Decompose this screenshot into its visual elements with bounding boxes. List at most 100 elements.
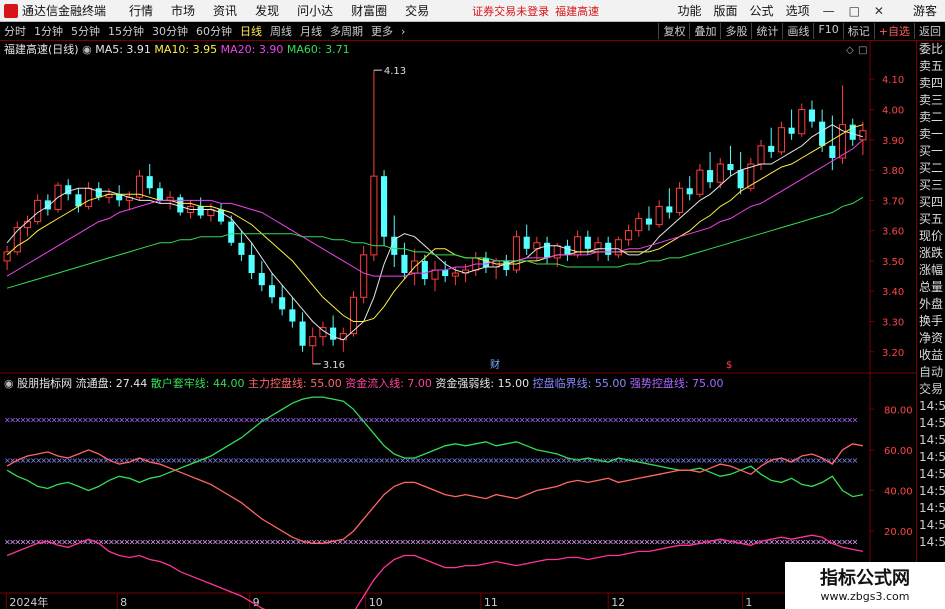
sidebar-item-14[interactable]: 总量 (917, 279, 945, 296)
ma-line-2 (6, 139, 864, 277)
sidebar-item-18[interactable]: 收益 (917, 347, 945, 364)
date-axis-label-1: 8 (120, 596, 127, 609)
sidebar-item-27[interactable]: 14:56 (917, 500, 945, 517)
period-monthly[interactable]: 月线 (296, 23, 326, 39)
login-warning[interactable]: 证券交易未登录 (472, 3, 549, 19)
tool-draw[interactable]: 画线 (782, 23, 813, 39)
ind-axis-label-2: 40.00 (884, 487, 913, 498)
sidebar-item-26[interactable]: 14:56 (917, 483, 945, 500)
sidebar-item-24[interactable]: 14:56 (917, 449, 945, 466)
maximize-icon[interactable]: □ (842, 4, 867, 18)
period-5min[interactable]: 5分钟 (67, 23, 104, 39)
period-multi[interactable]: 多周期 (326, 23, 367, 39)
candle-body-15 (156, 188, 163, 201)
sidebar-item-12[interactable]: 涨跌 (917, 245, 945, 262)
menu-item-ask[interactable]: 问小达 (288, 2, 342, 19)
sidebar-item-4[interactable]: 卖二 (917, 109, 945, 126)
period-more[interactable]: 更多 (367, 23, 397, 39)
period-15min[interactable]: 15分钟 (104, 23, 148, 39)
sidebar-item-9[interactable]: 买四 (917, 194, 945, 211)
chevron-right-icon[interactable]: › (397, 25, 409, 38)
sidebar-item-8[interactable]: 买三 (917, 177, 945, 194)
candle-body-76 (777, 127, 785, 153)
sidebar-item-6[interactable]: 买一 (917, 143, 945, 160)
price-axis-label-1: 4.00 (882, 106, 904, 117)
candle-body-79 (808, 109, 816, 122)
sidebar-item-25[interactable]: 14:56 (917, 466, 945, 483)
menu-item-news[interactable]: 资讯 (204, 2, 246, 19)
period-intraday[interactable]: 分时 (0, 23, 30, 39)
candle-body-43 (442, 270, 449, 277)
tool-overlay[interactable]: 叠加 (689, 23, 720, 39)
price-axis-label-2: 3.90 (882, 136, 904, 147)
sidebar-item-10[interactable]: 买五 (917, 211, 945, 228)
sidebar-item-0[interactable]: 委比 (917, 41, 945, 58)
candle-body-72 (737, 170, 744, 189)
sidebar-item-11[interactable]: 现价 (917, 228, 945, 245)
tool-statistics[interactable]: 统计 (751, 23, 782, 39)
sidebar-item-21[interactable]: 14:56 (917, 398, 945, 415)
price-axis-label-0: 4.10 (882, 75, 904, 86)
price-axis-label-5: 3.60 (882, 227, 904, 238)
right-menu: 功能 版面 公式 选项 — □ ✕ 游客 (672, 2, 945, 19)
sidebar-item-1[interactable]: 卖五 (917, 58, 945, 75)
period-60min[interactable]: 60分钟 (192, 23, 236, 39)
sidebar-item-17[interactable]: 净资 (917, 330, 945, 347)
sidebar-item-5[interactable]: 卖一 (917, 126, 945, 143)
sidebar-item-29[interactable]: 14:56 (917, 534, 945, 551)
sidebar-item-2[interactable]: 卖四 (917, 75, 945, 92)
sidebar-item-7[interactable]: 买二 (917, 160, 945, 177)
sidebar-item-19[interactable]: 自动 (917, 364, 945, 381)
current-stock-link[interactable]: 福建高速 (555, 3, 599, 19)
period-weekly[interactable]: 周线 (266, 23, 296, 39)
sidebar-item-22[interactable]: 14:56 (917, 415, 945, 432)
candle-body-44 (451, 272, 459, 277)
menu-item-quotes[interactable]: 行情 (120, 2, 162, 19)
finance-event-marker: 财 (490, 358, 500, 371)
chart-area[interactable]: 4.10 4.00 3.90 3.80 3.70 3.60 3.50 3.40 3.30 3.20… (0, 41, 916, 609)
guest-label[interactable]: 游客 (913, 2, 937, 19)
sidebar-item-16[interactable]: 换手 (917, 313, 945, 330)
watermark-logo: 指标公式网 www.zbgs3.com (785, 562, 945, 609)
candle-body-84 (859, 130, 867, 141)
menu-item-formula[interactable]: 公式 (744, 2, 780, 19)
candle-body-17 (177, 197, 184, 213)
period-daily[interactable]: 日线 (236, 23, 266, 39)
candle-body-57 (584, 236, 591, 249)
period-1min[interactable]: 1分钟 (30, 23, 67, 39)
menu-item-discover[interactable]: 发现 (246, 2, 288, 19)
minimize-icon[interactable]: — (816, 4, 842, 18)
tool-f10[interactable]: F10 (813, 23, 842, 39)
sidebar-item-3[interactable]: 卖三 (917, 92, 945, 109)
menu-item-layout[interactable]: 版面 (708, 2, 744, 19)
close-icon[interactable]: ✕ (867, 4, 891, 18)
fund-strength-line-mark: × (852, 537, 859, 546)
menu-item-market[interactable]: 市场 (162, 2, 204, 19)
app-title: 通达信金融终端 (22, 4, 107, 18)
sidebar-item-13[interactable]: 涨幅 (917, 262, 945, 279)
period-30min[interactable]: 30分钟 (148, 23, 192, 39)
candle-body-22 (228, 221, 235, 243)
high-price-label: 4.13 (384, 66, 406, 77)
tool-multi-stock[interactable]: 多股 (720, 23, 751, 39)
menu-item-function[interactable]: 功能 (672, 2, 708, 19)
candle-body-62 (635, 218, 643, 232)
sidebar-item-20[interactable]: 交易 (917, 381, 945, 398)
date-axis-label-3: 10 (369, 596, 383, 609)
tool-mark[interactable]: 标记 (842, 23, 874, 39)
sidebar-item-28[interactable]: 14:56 (917, 517, 945, 534)
indicator-line-2 (6, 534, 864, 609)
sidebar-item-15[interactable]: 外盘 (917, 296, 945, 313)
menu-item-wealth[interactable]: 财富圈 (342, 2, 396, 19)
tool-adjust[interactable]: 复权 (658, 23, 689, 39)
price-axis-label-7: 3.40 (882, 287, 904, 298)
candle-body-61 (625, 230, 633, 241)
tool-back[interactable]: 返回 (914, 23, 945, 39)
candle-body-8 (85, 187, 93, 207)
quote-sidebar-list: 委比 卖五 卖四 卖三 卖二 卖一 买一 买二 买三 买四 买五 现价 涨跌 涨幅 总量 外盘 换手 净资 收益 自动… (917, 41, 945, 551)
menu-item-trade[interactable]: 交易 (396, 2, 438, 19)
tool-add-favorite[interactable]: +自选 (873, 23, 914, 39)
toolbar-tools: 复权 叠加 多股 统计 画线 F10 标记 +自选 返回 (658, 23, 945, 39)
sidebar-item-23[interactable]: 14:56 (917, 432, 945, 449)
menu-item-options[interactable]: 选项 (780, 2, 816, 19)
